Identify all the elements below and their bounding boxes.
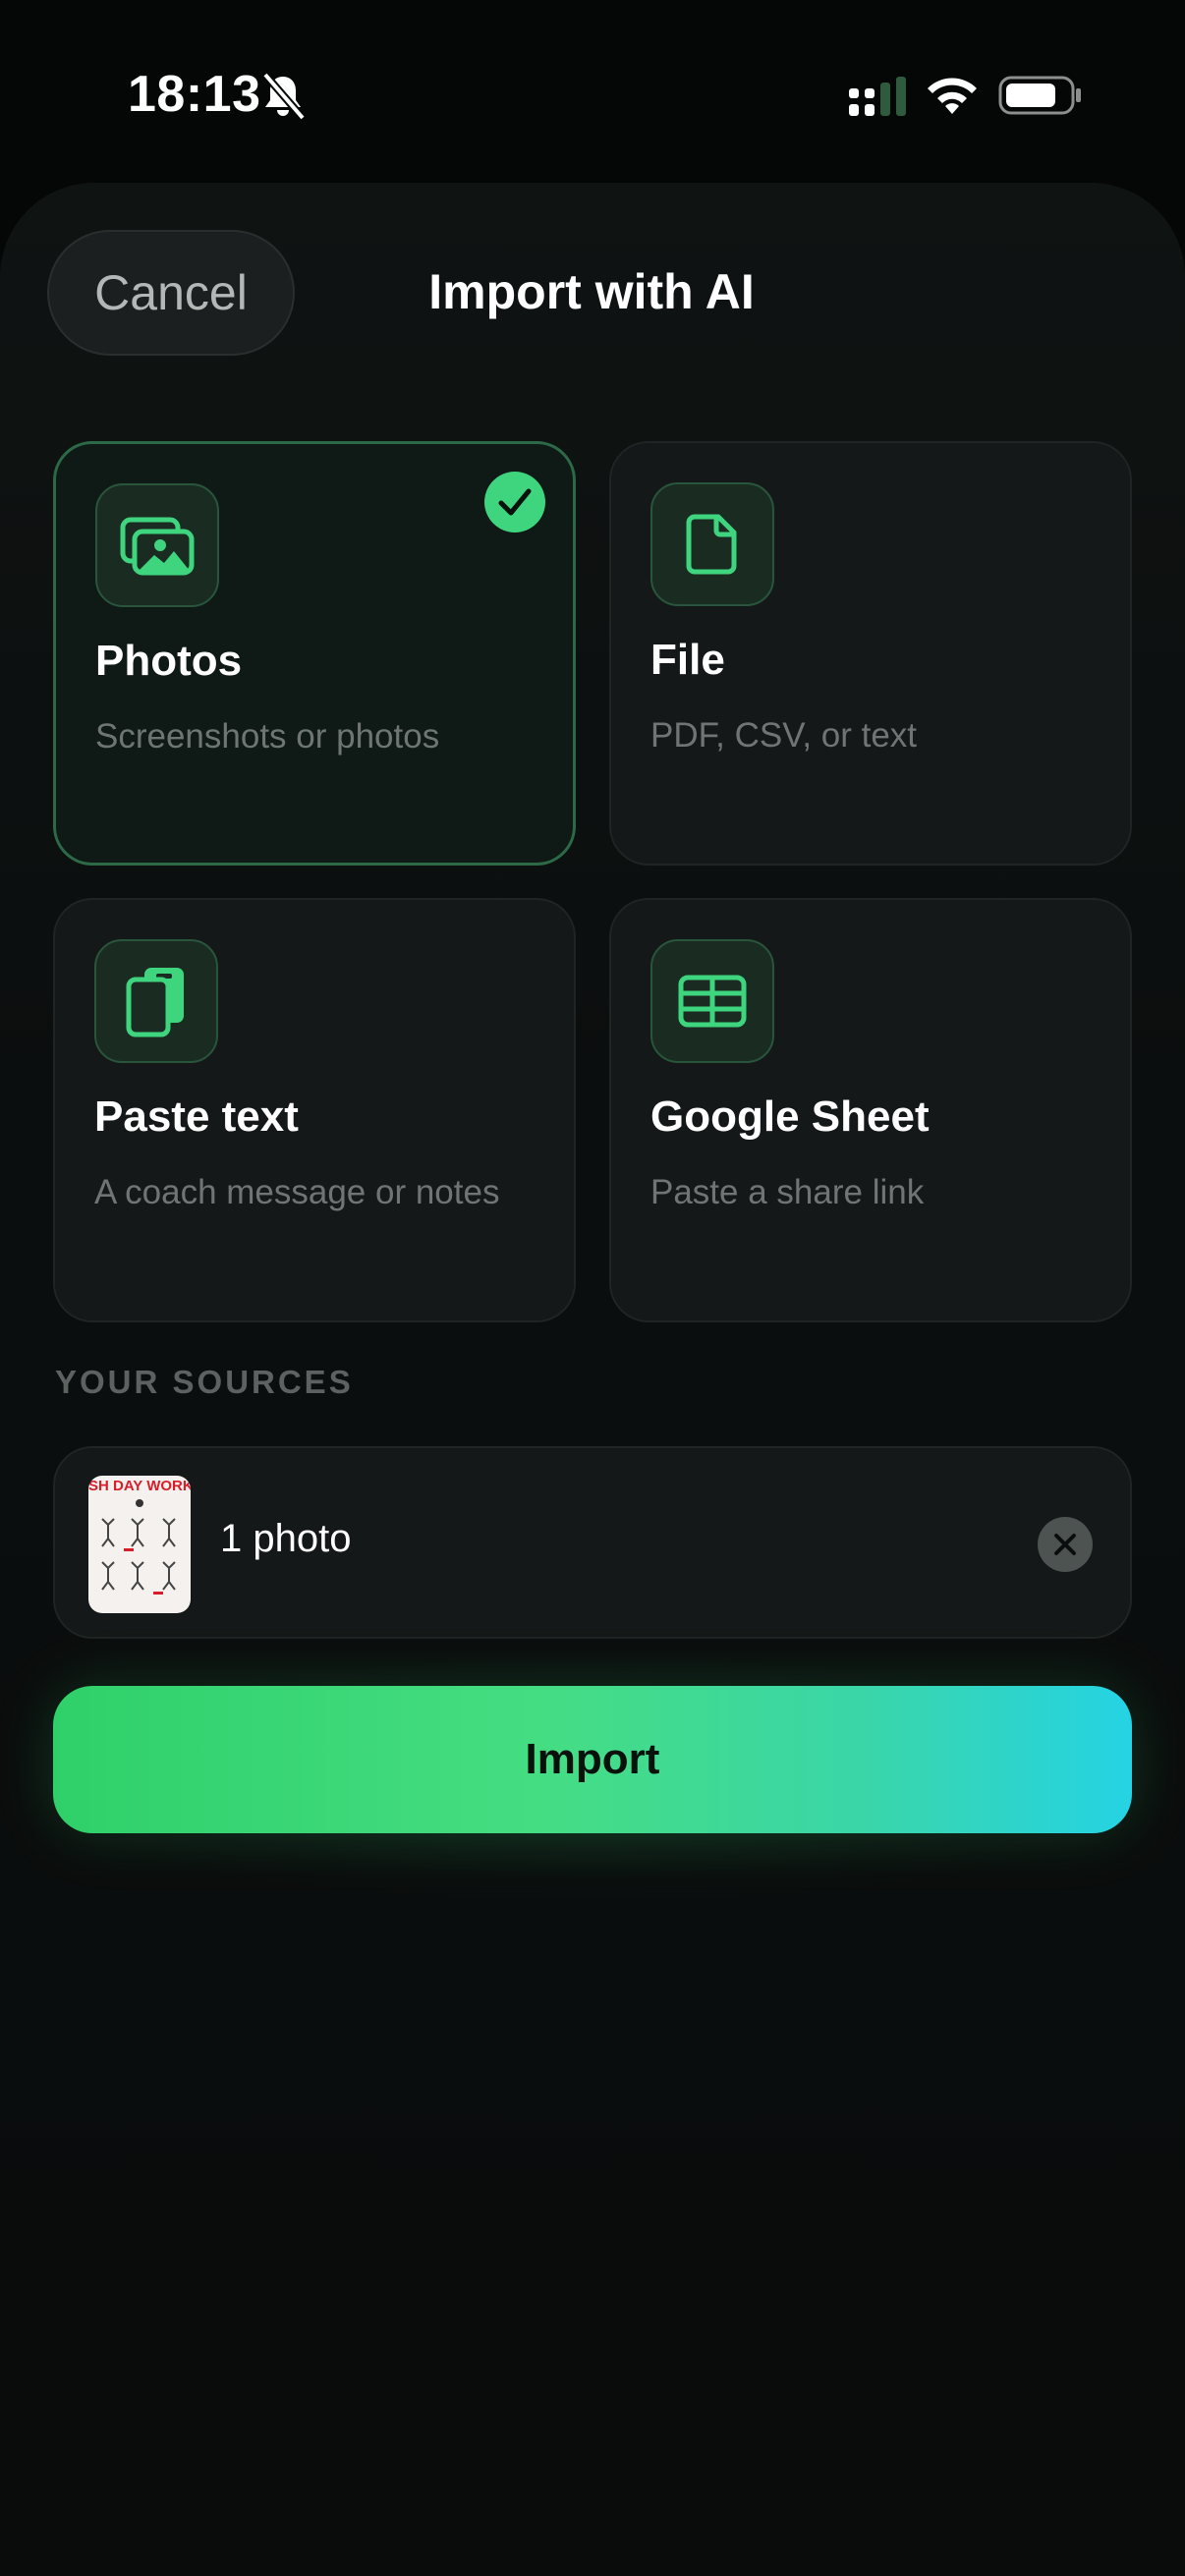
import-button[interactable]: Import [53,1686,1132,1833]
wifi-icon [928,78,977,114]
source-item: SH DAY WORKO 1 photo [53,1446,1132,1639]
table-icon [650,939,774,1063]
option-subtitle: PDF, CSV, or text [650,716,918,755]
cancel-button[interactable]: Cancel [47,230,295,356]
remove-source-button[interactable] [1038,1517,1093,1572]
option-title: Paste text [94,1092,299,1141]
photo-thumbnail[interactable]: SH DAY WORKO [88,1476,191,1613]
cellular-signal-icon [849,77,906,116]
option-subtitle: Screenshots or photos [95,717,440,756]
bell-slash-icon [261,72,307,121]
status-time: 18:13 [128,66,261,123]
close-icon [1054,1534,1076,1555]
option-card-paste-text[interactable]: Paste text A coach message or notes [53,898,576,1322]
file-icon [650,482,774,606]
option-card-photos[interactable]: Photos Screenshots or photos [53,441,576,866]
photos-icon [95,483,219,607]
option-title: Photos [95,637,243,685]
sheet-title: Import with AI [428,264,755,319]
source-label: 1 photo [220,1517,352,1560]
option-subtitle: Paste a share link [650,1173,925,1211]
option-card-file[interactable]: File PDF, CSV, or text [609,441,1132,866]
battery-icon [998,76,1081,115]
paste-icon [94,939,218,1063]
option-title: Google Sheet [650,1092,930,1141]
status-bar: 18:13 [0,0,1185,187]
option-card-google-sheet[interactable]: Google Sheet Paste a share link [609,898,1132,1322]
your-sources-label: YOUR SOURCES [55,1364,354,1400]
selected-check-icon [484,472,545,532]
option-subtitle: A coach message or notes [94,1173,500,1211]
option-title: File [650,636,725,684]
